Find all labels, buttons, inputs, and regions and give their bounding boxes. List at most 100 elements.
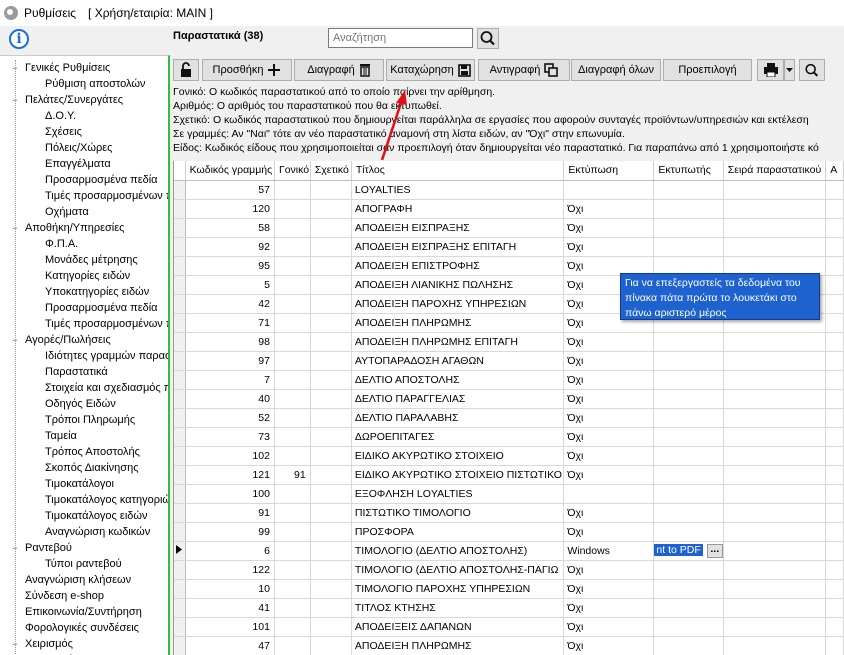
row-indicator[interactable] [174, 579, 186, 599]
cell-parent[interactable] [274, 218, 311, 238]
cell-title[interactable]: ΑΠΟΔΕΙΞΗ ΠΛΗΡΩΜΗΣ [351, 636, 565, 655]
row-indicator[interactable] [174, 313, 186, 333]
cell-series[interactable] [723, 465, 827, 485]
cell-related[interactable] [310, 332, 352, 352]
cell-series[interactable] [723, 199, 827, 219]
cell-print[interactable]: Όχι [563, 446, 655, 466]
tree-item[interactable]: Υποκατηγορίες ειδών [45, 284, 149, 300]
row-indicator[interactable] [174, 560, 186, 580]
cell-extra[interactable] [825, 598, 844, 618]
cell-related[interactable] [310, 389, 352, 409]
tree-group[interactable]: − Αγορές/Πωλήσεις [12, 332, 110, 348]
cell-series[interactable] [723, 180, 827, 200]
cell-parent[interactable] [274, 446, 311, 466]
table-row[interactable]: 91 ΠΙΣΤΩΤΙΚΟ ΤΙΜΟΛΟΓΙΟ Όχι [174, 503, 844, 523]
cell-print[interactable]: Όχι [563, 522, 655, 542]
documents-grid[interactable]: Κωδικός γραμμής Γονικό Σχετικό Τίτλος Εκτύπω… [173, 161, 844, 655]
tree-group[interactable]: Σύνδεση e-shop [25, 588, 104, 604]
cell-code[interactable]: 57 [185, 180, 275, 200]
cell-title[interactable]: ΕΞΟΦΛΗΣΗ LOYALTIES [351, 484, 565, 504]
cell-parent[interactable] [274, 180, 311, 200]
cell-title[interactable]: ΑΠΟΔΕΙΞΗ ΕΠΙΣΤΡΟΦΗΣ [351, 256, 565, 276]
cell-related[interactable] [310, 446, 352, 466]
tree-item[interactable]: Τιμές προσαρμοσμένων π [45, 316, 168, 332]
cell-parent[interactable] [274, 256, 311, 276]
settings-tree[interactable]: − Γενικές Ρυθμίσεις Ρύθμιση αποστολών − Πελά… [0, 55, 170, 655]
row-indicator[interactable] [174, 446, 186, 466]
cell-title[interactable]: ΤΙΜΟΛΟΓΙΟ (ΔΕΛΤΙΟ ΑΠΟΣΤΟΛΗΣ) [351, 541, 565, 561]
print-menu-dropdown[interactable] [784, 59, 795, 81]
cell-extra[interactable] [825, 332, 844, 352]
row-indicator[interactable] [174, 332, 186, 352]
cell-print[interactable]: Όχι [563, 579, 655, 599]
cell-related[interactable] [310, 408, 352, 428]
cell-code[interactable]: 99 [185, 522, 275, 542]
cell-printer[interactable] [653, 617, 724, 637]
column-header[interactable]: Σειρά παραστατικού [723, 161, 827, 181]
table-row[interactable]: 7 ΔΕΛΤΙΟ ΑΠΟΣΤΟΛΗΣ Όχι [174, 370, 844, 390]
delete-button[interactable]: Διαγραφή [294, 59, 384, 81]
row-indicator[interactable] [174, 218, 186, 238]
cell-parent[interactable] [274, 313, 311, 333]
cell-related[interactable] [310, 256, 352, 276]
tree-item[interactable]: Επαγγέλματα [45, 156, 111, 172]
column-header[interactable]: Κωδικός γραμμής [185, 161, 275, 181]
tree-item[interactable]: Τρόποι Πληρωμής [45, 412, 135, 428]
tree-item[interactable]: Σχέσεις [45, 124, 82, 140]
cell-print[interactable]: Όχι [563, 617, 655, 637]
cell-title[interactable]: ΠΙΣΤΩΤΙΚΟ ΤΙΜΟΛΟΓΙΟ [351, 503, 565, 523]
cell-extra[interactable] [825, 256, 844, 276]
ellipsis-button[interactable]: ... [706, 543, 723, 558]
save-button[interactable]: Καταχώρηση [386, 59, 475, 81]
cell-related[interactable] [310, 218, 352, 238]
cell-related[interactable] [310, 370, 352, 390]
cell-print[interactable]: Windows [563, 541, 655, 561]
cell-related[interactable] [310, 294, 352, 314]
cell-extra[interactable] [825, 541, 844, 561]
cell-print[interactable]: Όχι [563, 389, 655, 409]
cell-related[interactable] [310, 237, 352, 257]
cell-printer[interactable] [653, 503, 724, 523]
tree-item[interactable]: Αναγνώριση κωδικών [45, 524, 150, 540]
row-indicator[interactable] [174, 351, 186, 371]
cell-printer[interactable] [653, 636, 724, 655]
cell-code[interactable]: 40 [185, 389, 275, 409]
cell-parent[interactable] [274, 617, 311, 637]
tree-item[interactable]: Ιδιότητες γραμμών παραστ [45, 348, 168, 364]
tree-item[interactable]: Μονάδες μέτρησης [45, 252, 138, 268]
cell-related[interactable] [310, 636, 352, 655]
cell-code[interactable]: 100 [185, 484, 275, 504]
tree-group[interactable]: − Πελάτες/Συνεργάτες [12, 92, 123, 108]
row-indicator[interactable] [174, 503, 186, 523]
cell-title[interactable]: ΤΙΜΟΛΟΓΙΟ ΠΑΡΟΧΗΣ ΥΠΗΡΕΣΙΩΝ [351, 579, 565, 599]
tree-group[interactable]: Επικοινωνία/Συντήρηση [25, 604, 142, 620]
cell-code[interactable]: 5 [185, 275, 275, 295]
row-indicator[interactable] [174, 541, 186, 561]
tree-item[interactable]: Δ.Ο.Υ. [45, 108, 76, 124]
cell-title[interactable]: ΠΡΟΣΦΟΡΑ [351, 522, 565, 542]
cell-code[interactable]: 47 [185, 636, 275, 655]
cell-extra[interactable] [825, 446, 844, 466]
column-header[interactable]: Εκτύπωση [563, 161, 655, 181]
cell-code[interactable]: 71 [185, 313, 275, 333]
tree-item[interactable]: Ταμεία [45, 428, 77, 444]
tree-item[interactable]: Προσαρμοσμένα πεδία [45, 172, 158, 188]
cell-title[interactable]: ΔΩΡΟΕΠΙΤΑΓΕΣ [351, 427, 565, 447]
row-indicator[interactable] [174, 370, 186, 390]
cell-printer[interactable] [653, 465, 724, 485]
tree-group[interactable]: − Αποθήκη/Υπηρεσίες [12, 220, 124, 236]
cell-series[interactable] [723, 427, 827, 447]
cell-code[interactable]: 101 [185, 617, 275, 637]
tree-group[interactable]: Αναγνώριση κλήσεων [25, 572, 131, 588]
table-row[interactable]: 120 ΑΠΟΓΡΑΦΗ Όχι [174, 199, 844, 219]
cell-title[interactable]: ΔΕΛΤΙΟ ΑΠΟΣΤΟΛΗΣ [351, 370, 565, 390]
cell-print[interactable]: Όχι [563, 351, 655, 371]
cell-title[interactable]: ΔΕΛΤΙΟ ΠΑΡΑΓΓΕΛΙΑΣ [351, 389, 565, 409]
row-indicator[interactable] [174, 522, 186, 542]
cell-title[interactable]: ΕΙΔΙΚΟ ΑΚΥΡΩΤΙΚΟ ΣΤΟΙΧΕΙΟ ΠΙΣΤΩΤΙΚΟ [351, 465, 565, 485]
cell-parent[interactable] [274, 427, 311, 447]
row-indicator[interactable] [174, 237, 186, 257]
cell-title[interactable]: ΔΕΛΤΙΟ ΠΑΡΑΛΑΒΗΣ [351, 408, 565, 428]
row-indicator[interactable] [174, 598, 186, 618]
cell-extra[interactable] [825, 522, 844, 542]
